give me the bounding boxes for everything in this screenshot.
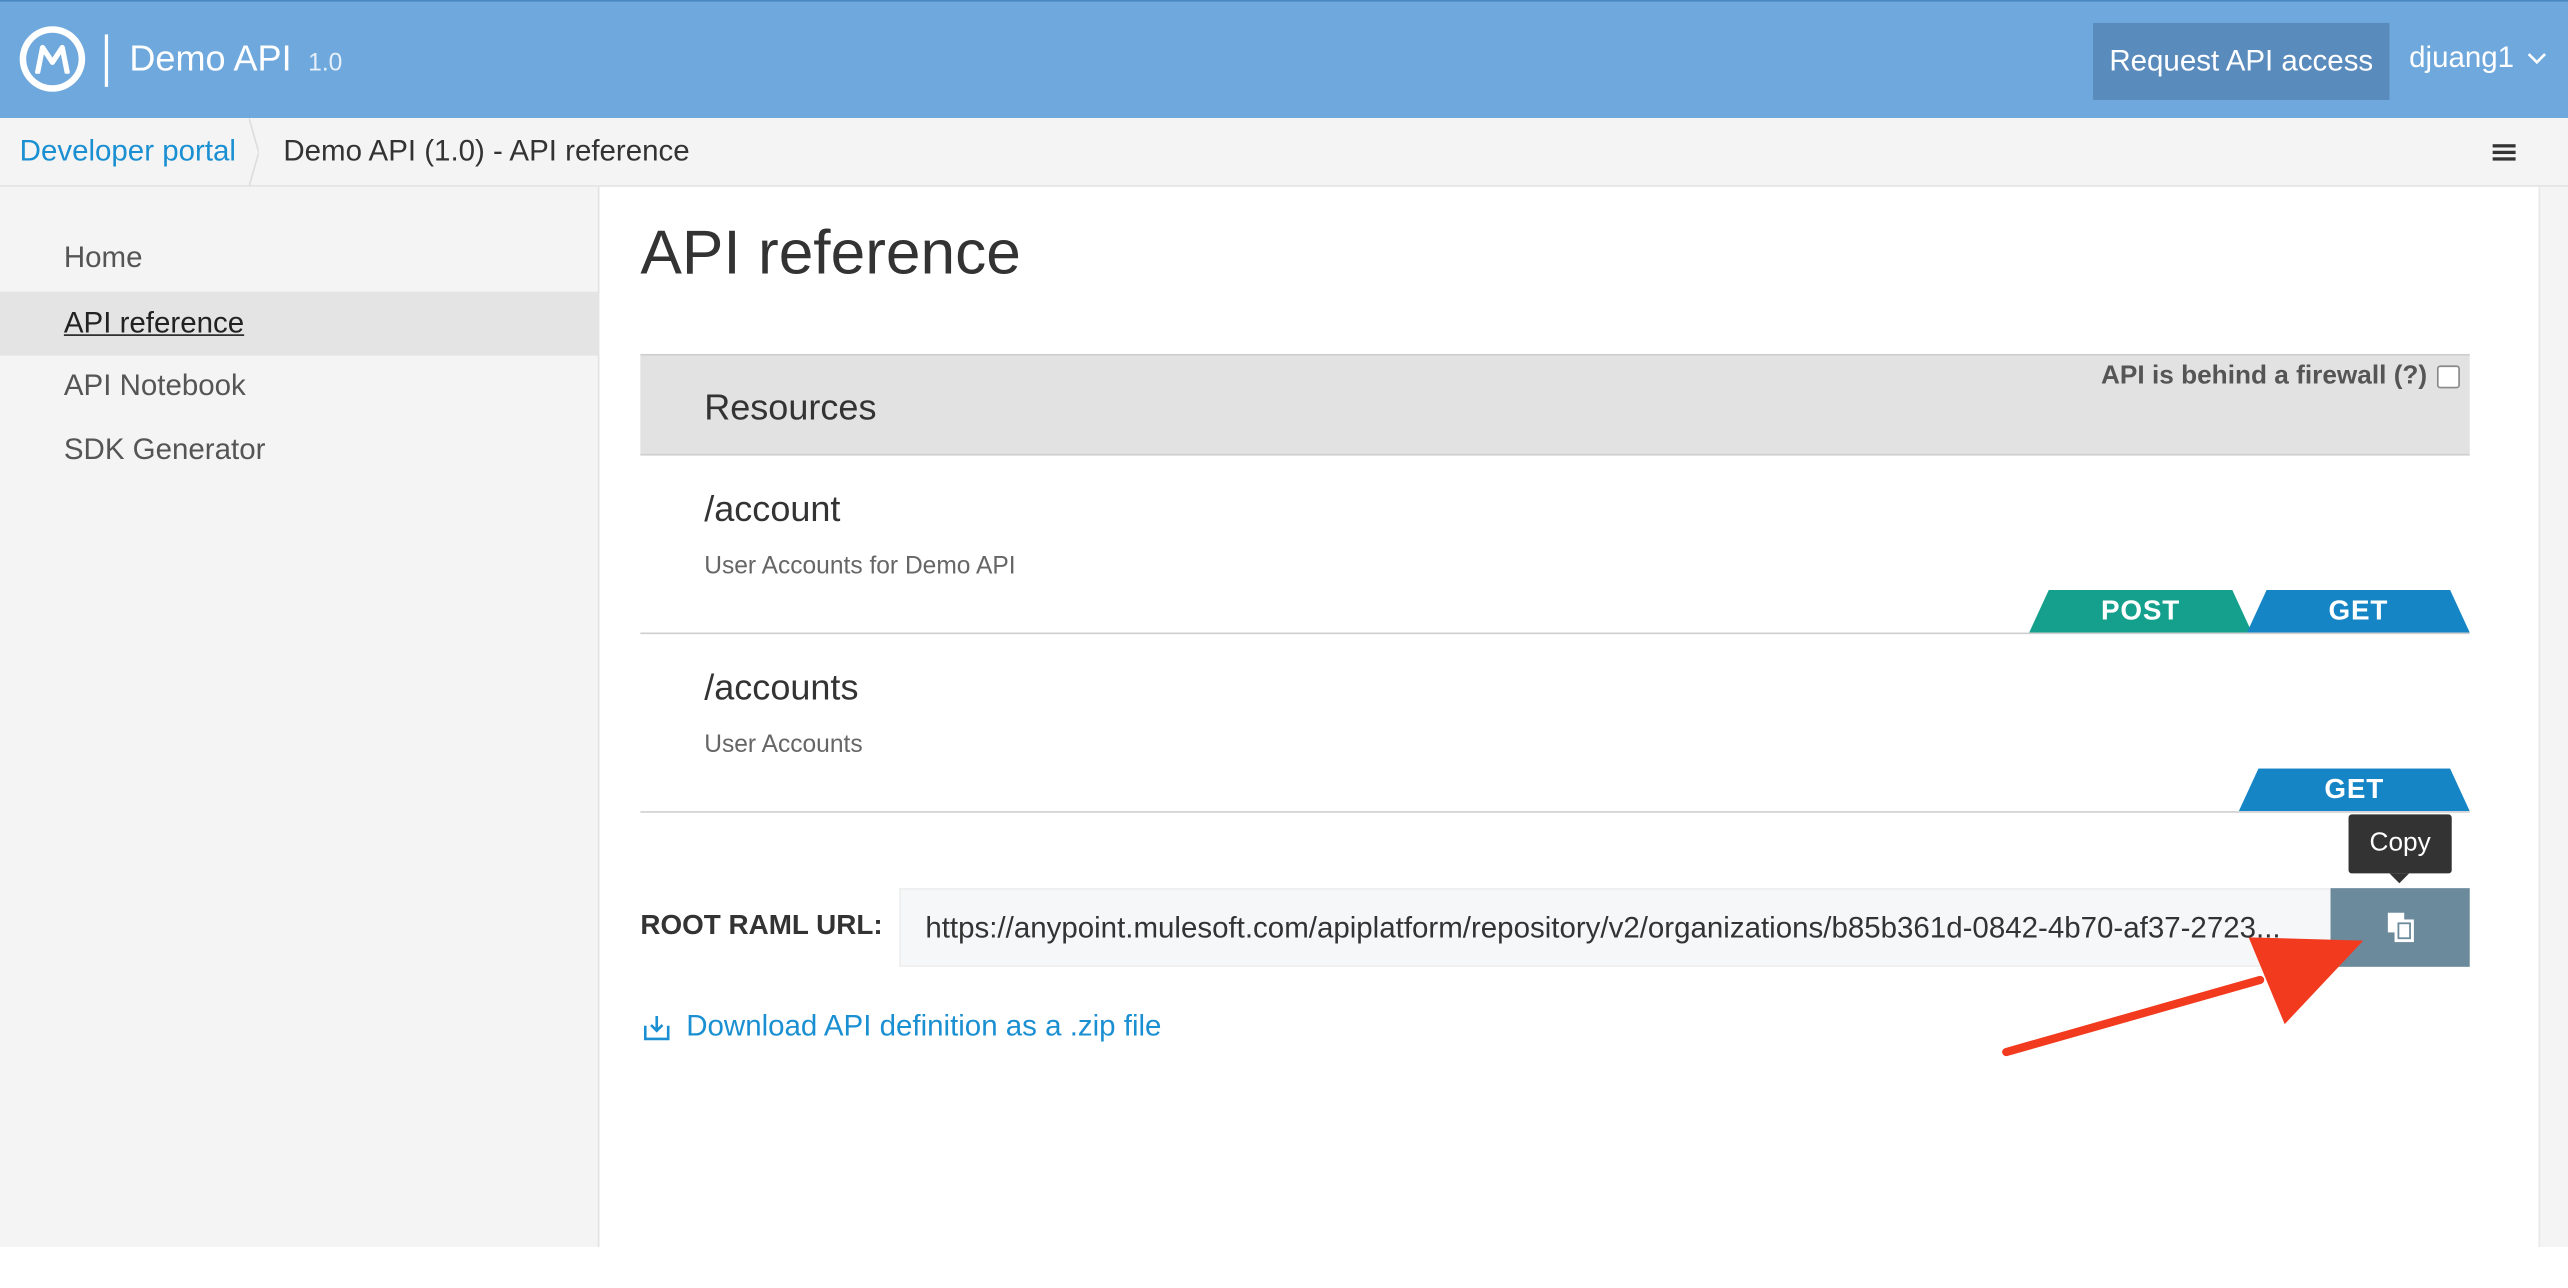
resource-accounts: /accounts User Accounts GET bbox=[640, 634, 2469, 813]
breadcrumb: Developer portal Demo API (1.0) - API re… bbox=[0, 117, 2568, 187]
tooltip-arrow bbox=[2389, 873, 2410, 884]
breadcrumb-separator-icon bbox=[248, 117, 259, 187]
right-gutter bbox=[2538, 186, 2568, 1248]
sidebar-item-api-reference[interactable]: API reference bbox=[0, 291, 600, 356]
method-post-button[interactable]: POST bbox=[2029, 590, 2252, 633]
page: Demo API 1.0 Request API access djuang1 … bbox=[0, 0, 2568, 1288]
app-version: 1.0 bbox=[308, 49, 343, 78]
resources-label: Resources bbox=[704, 386, 877, 428]
download-link-text: Download API definition as a .zip file bbox=[686, 1009, 1162, 1043]
resource-path[interactable]: /account bbox=[704, 488, 840, 531]
firewall-label: API is behind a firewall (?) bbox=[2101, 362, 2428, 391]
root-raml-url-label: ROOT RAML URL: bbox=[640, 909, 883, 941]
firewall-option: API is behind a firewall (?) bbox=[2101, 362, 2460, 391]
request-api-access-button[interactable]: Request API access bbox=[2093, 22, 2390, 100]
sidebar-item-home[interactable]: Home bbox=[0, 226, 599, 290]
resource-path[interactable]: /accounts bbox=[704, 667, 858, 710]
app-title: Demo API 1.0 bbox=[129, 38, 342, 81]
resource-description: User Accounts bbox=[704, 730, 863, 759]
sidebar-item-label: API reference bbox=[63, 306, 245, 340]
top-header: Demo API 1.0 Request API access djuang1 bbox=[0, 0, 2568, 118]
firewall-checkbox[interactable] bbox=[2436, 365, 2460, 389]
chevron-down-icon bbox=[2527, 52, 2547, 64]
logo-divider bbox=[104, 34, 109, 87]
method-get-button[interactable]: GET bbox=[2247, 590, 2470, 633]
copy-icon bbox=[2387, 912, 2414, 943]
canvas: Demo API 1.0 Request API access djuang1 … bbox=[0, 0, 2568, 1288]
download-icon bbox=[643, 1015, 670, 1040]
page-title: API reference bbox=[640, 219, 1021, 289]
breadcrumb-current: Demo API (1.0) - API reference bbox=[283, 134, 690, 168]
breadcrumb-developer-portal-link[interactable]: Developer portal bbox=[20, 134, 236, 168]
sidebar-item-label: API Notebook bbox=[63, 368, 246, 402]
user-menu[interactable]: djuang1 bbox=[2409, 41, 2547, 75]
hamburger-menu-icon[interactable] bbox=[2486, 138, 2522, 167]
app-title-text: Demo API bbox=[129, 37, 292, 79]
resource-description: User Accounts for Demo API bbox=[704, 552, 1016, 581]
sidebar-item-api-notebook[interactable]: API Notebook bbox=[0, 354, 599, 418]
annotation-arrow-icon bbox=[2002, 937, 2364, 1057]
sidebar-item-label: SDK Generator bbox=[63, 432, 266, 466]
copy-tooltip: Copy bbox=[2348, 814, 2452, 874]
username: djuang1 bbox=[2409, 40, 2515, 74]
method-get-button[interactable]: GET bbox=[2239, 769, 2470, 812]
sidebar: Home API reference API Notebook SDK Gene… bbox=[0, 186, 600, 1248]
download-zip-link[interactable]: Download API definition as a .zip file bbox=[640, 1009, 1161, 1043]
resource-account: /account User Accounts for Demo API POST… bbox=[640, 456, 2469, 635]
resources-header: Resources API is behind a firewall (?) bbox=[640, 353, 2470, 456]
sidebar-item-sdk-generator[interactable]: SDK Generator bbox=[0, 418, 599, 482]
sidebar-item-label: Home bbox=[63, 240, 143, 274]
mulesoft-logo-icon[interactable] bbox=[19, 26, 86, 92]
